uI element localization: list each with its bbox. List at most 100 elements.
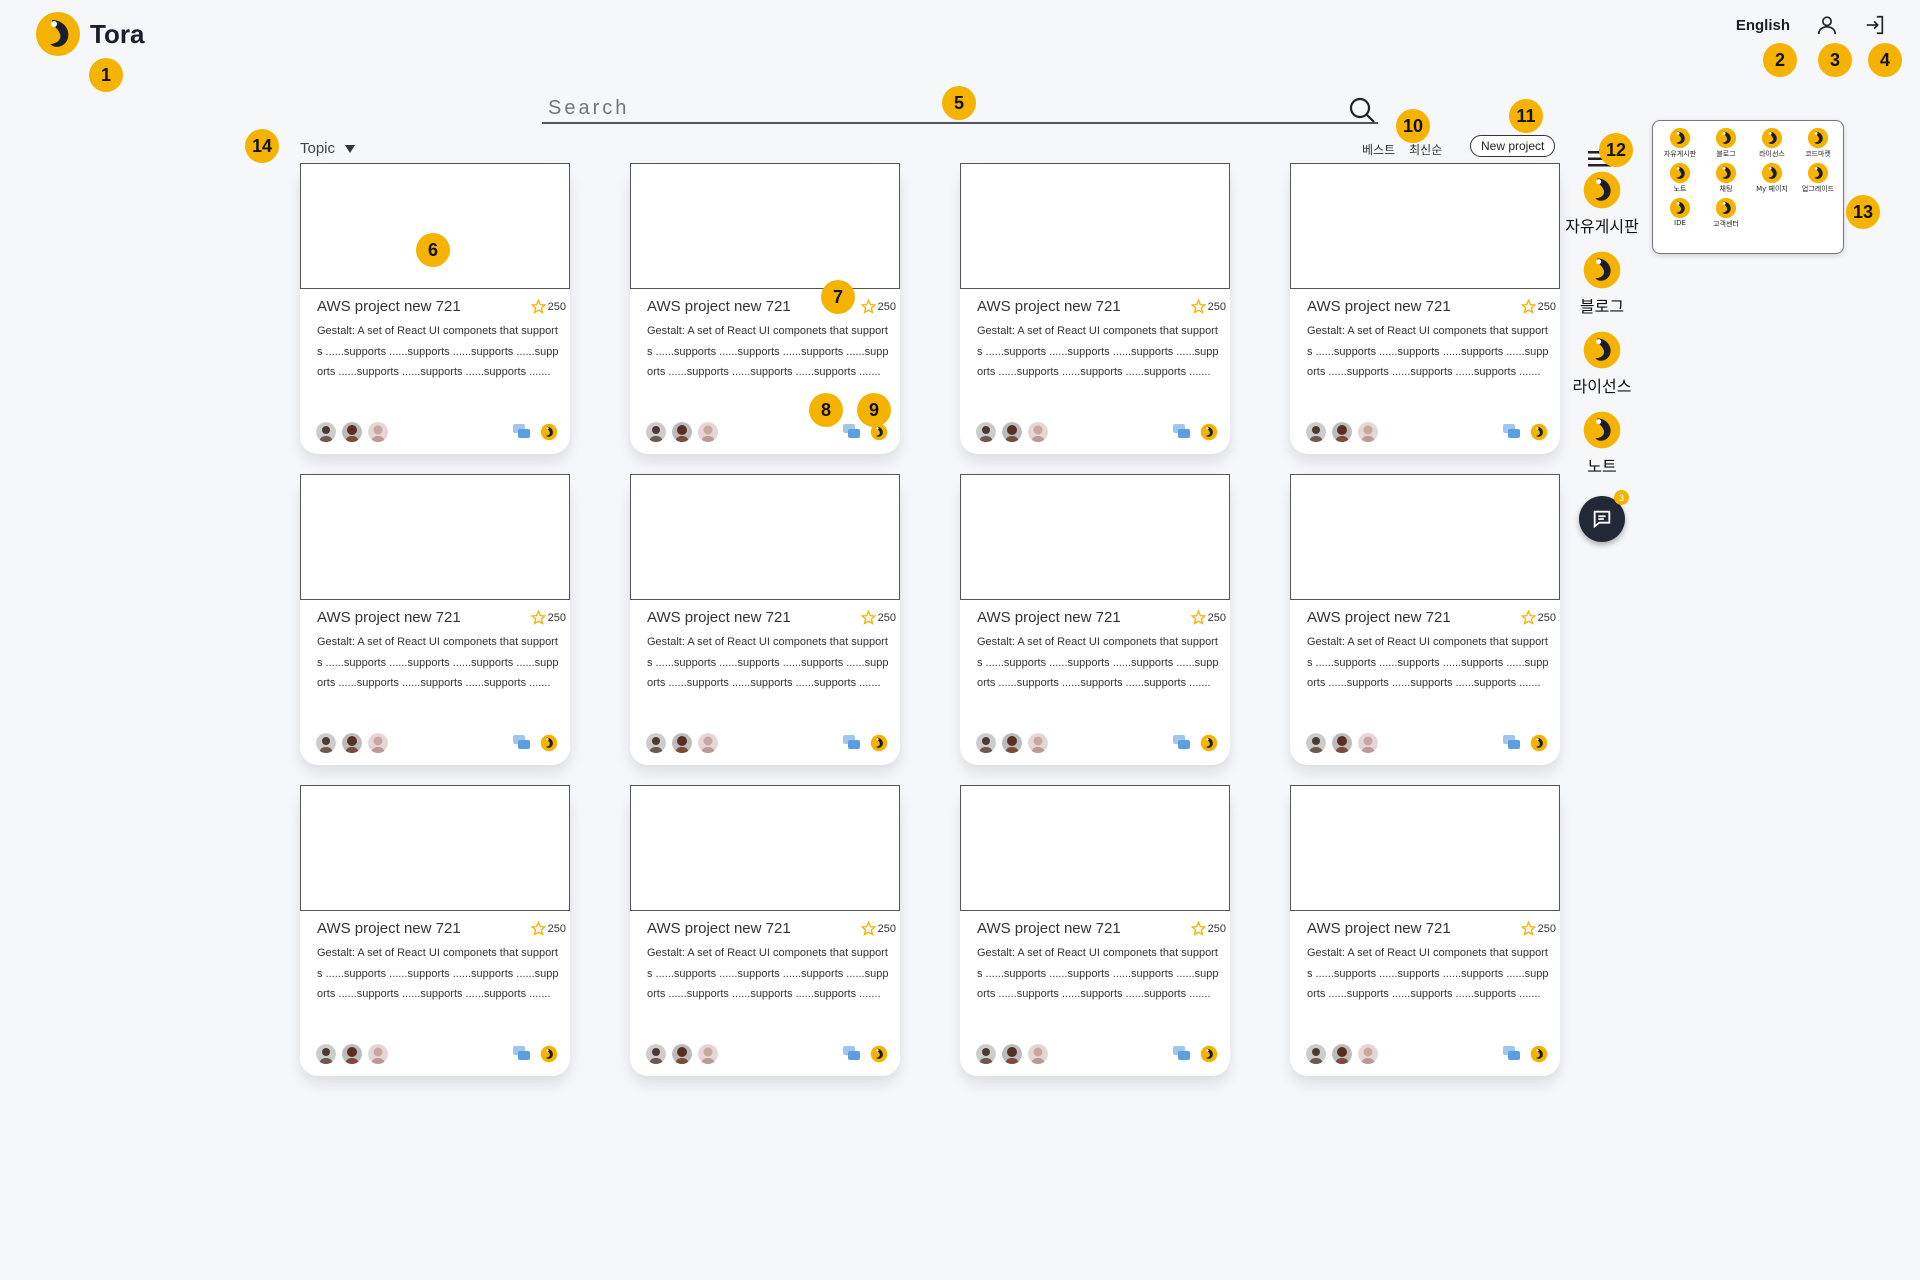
avatar[interactable] <box>1028 733 1048 753</box>
tora-logo-icon[interactable] <box>540 1045 558 1063</box>
avatar[interactable] <box>1306 733 1326 753</box>
star-count[interactable]: 250 <box>1190 921 1226 936</box>
avatar[interactable] <box>672 1044 692 1064</box>
comment-icon[interactable] <box>512 734 532 752</box>
project-card[interactable]: AWS project new 721 250 Gestalt: A set o… <box>1290 163 1560 454</box>
side-nav-item[interactable]: 자유게시판 <box>1565 170 1639 237</box>
project-card[interactable]: AWS project new 721 250 Gestalt: A set o… <box>300 474 570 765</box>
avatar[interactable] <box>646 1044 666 1064</box>
tora-logo-icon[interactable] <box>1200 1045 1218 1063</box>
star-count[interactable]: 250 <box>530 610 566 625</box>
project-card[interactable]: AWS project new 721 250 Gestalt: A set o… <box>300 163 570 454</box>
project-card[interactable]: AWS project new 721 250 Gestalt: A set o… <box>1290 785 1560 1076</box>
sort-best[interactable]: 베스트 <box>1362 141 1395 158</box>
avatar[interactable] <box>698 1044 718 1064</box>
avatar[interactable] <box>1028 1044 1048 1064</box>
star-count[interactable]: 250 <box>1520 921 1556 936</box>
project-card[interactable]: AWS project new 721 250 Gestalt: A set o… <box>630 785 900 1076</box>
star-count[interactable]: 250 <box>530 299 566 314</box>
star-count[interactable]: 250 <box>530 921 566 936</box>
app-menu-item[interactable]: 라이선스 <box>1749 127 1795 159</box>
comment-icon[interactable] <box>512 1045 532 1063</box>
avatar[interactable] <box>342 1044 362 1064</box>
side-nav-item[interactable]: 노트 <box>1565 410 1639 477</box>
comment-icon[interactable] <box>1172 423 1192 441</box>
project-card[interactable]: AWS project new 721 250 Gestalt: A set o… <box>300 785 570 1076</box>
avatar[interactable] <box>316 1044 336 1064</box>
project-card[interactable]: AWS project new 721 250 Gestalt: A set o… <box>960 163 1230 454</box>
user-icon[interactable] <box>1816 14 1838 36</box>
search-icon[interactable] <box>1348 96 1376 124</box>
app-menu-item[interactable]: 노트 <box>1657 162 1703 194</box>
avatar[interactable] <box>1028 422 1048 442</box>
tora-logo-icon[interactable] <box>870 734 888 752</box>
app-menu-item[interactable]: 자유게시판 <box>1657 127 1703 159</box>
chat-button[interactable]: 3 <box>1579 490 1629 542</box>
tora-logo-icon[interactable] <box>870 1045 888 1063</box>
project-card[interactable]: AWS project new 721 250 Gestalt: A set o… <box>960 474 1230 765</box>
sort-latest[interactable]: 최신순 <box>1409 141 1442 158</box>
star-count[interactable]: 250 <box>1520 299 1556 314</box>
avatar[interactable] <box>672 733 692 753</box>
project-card[interactable]: AWS project new 721 250 Gestalt: A set o… <box>1290 474 1560 765</box>
app-menu-item[interactable]: 블로그 <box>1703 127 1749 159</box>
avatar[interactable] <box>646 422 666 442</box>
topic-filter[interactable]: Topic <box>300 140 356 157</box>
comment-icon[interactable] <box>842 1045 862 1063</box>
avatar[interactable] <box>368 733 388 753</box>
avatar[interactable] <box>698 422 718 442</box>
star-count[interactable]: 250 <box>860 299 896 314</box>
avatar[interactable] <box>1332 733 1352 753</box>
comment-icon[interactable] <box>842 734 862 752</box>
avatar[interactable] <box>342 733 362 753</box>
project-card[interactable]: AWS project new 721 250 Gestalt: A set o… <box>630 474 900 765</box>
avatar[interactable] <box>316 733 336 753</box>
login-icon[interactable] <box>1864 14 1886 36</box>
search-input[interactable] <box>542 94 1322 122</box>
star-count[interactable]: 250 <box>860 610 896 625</box>
avatar[interactable] <box>342 422 362 442</box>
app-menu-item[interactable]: 업그레이드 <box>1795 162 1841 194</box>
avatar[interactable] <box>1358 733 1378 753</box>
app-menu-item[interactable]: 고객센터 <box>1703 197 1749 229</box>
avatar[interactable] <box>646 733 666 753</box>
tora-logo-icon[interactable] <box>1200 423 1218 441</box>
star-count[interactable]: 250 <box>1190 610 1226 625</box>
comment-icon[interactable] <box>1502 423 1522 441</box>
tora-logo-icon[interactable] <box>540 734 558 752</box>
avatar[interactable] <box>1306 422 1326 442</box>
avatar[interactable] <box>1002 1044 1022 1064</box>
side-nav-item[interactable]: 라이선스 <box>1565 330 1639 397</box>
brand-logo[interactable]: Tora <box>34 10 144 58</box>
comment-icon[interactable] <box>1502 1045 1522 1063</box>
avatar[interactable] <box>1358 422 1378 442</box>
tora-logo-icon[interactable] <box>540 423 558 441</box>
comment-icon[interactable] <box>1172 1045 1192 1063</box>
avatar[interactable] <box>1358 1044 1378 1064</box>
avatar[interactable] <box>1002 422 1022 442</box>
star-count[interactable]: 250 <box>860 921 896 936</box>
avatar[interactable] <box>1002 733 1022 753</box>
side-nav-item[interactable]: 블로그 <box>1565 250 1639 317</box>
tora-logo-icon[interactable] <box>1200 734 1218 752</box>
comment-icon[interactable] <box>842 423 862 441</box>
comment-icon[interactable] <box>1172 734 1192 752</box>
avatar[interactable] <box>368 1044 388 1064</box>
project-card[interactable]: AWS project new 721 250 Gestalt: A set o… <box>960 785 1230 1076</box>
avatar[interactable] <box>1332 422 1352 442</box>
app-menu-item[interactable]: 코드마켓 <box>1795 127 1841 159</box>
star-count[interactable]: 250 <box>1520 610 1556 625</box>
avatar[interactable] <box>976 1044 996 1064</box>
app-menu-item[interactable]: IDE <box>1657 197 1703 229</box>
comment-icon[interactable] <box>1502 734 1522 752</box>
tora-logo-icon[interactable] <box>1530 734 1548 752</box>
new-project-button[interactable]: New project <box>1470 135 1556 157</box>
app-menu-item[interactable]: 채팅 <box>1703 162 1749 194</box>
app-menu-item[interactable]: My 페이지 <box>1749 162 1795 194</box>
avatar[interactable] <box>672 422 692 442</box>
comment-icon[interactable] <box>512 423 532 441</box>
language-selector[interactable]: English <box>1736 17 1790 34</box>
tora-logo-icon[interactable] <box>1530 1045 1548 1063</box>
avatar[interactable] <box>1306 1044 1326 1064</box>
avatar[interactable] <box>368 422 388 442</box>
